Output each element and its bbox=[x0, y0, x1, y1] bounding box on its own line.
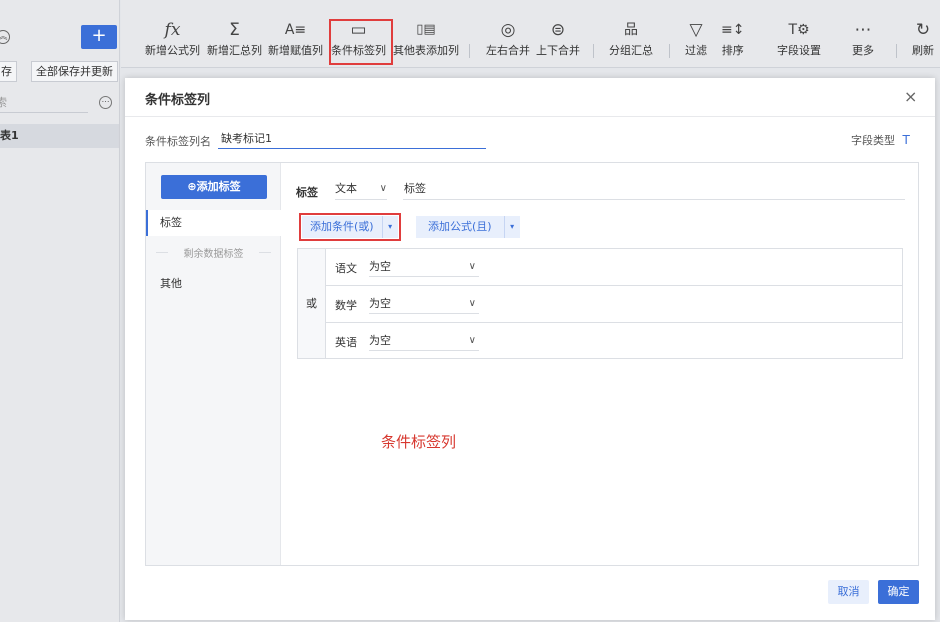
divider bbox=[125, 116, 935, 117]
chevron-down-icon: ∨ bbox=[468, 298, 476, 309]
field-settings-icon: T⚙ bbox=[788, 22, 810, 38]
text-type-icon[interactable]: T bbox=[903, 133, 910, 147]
condition-operator-value: 为空 bbox=[369, 297, 391, 310]
toolbar: fx 新增公式列 Σ 新增汇总列 A≡ 新增赋值列 ▭ 条件标签列 ▯▤ 其他表… bbox=[121, 0, 940, 68]
column-name-label: 条件标签列名 bbox=[145, 135, 211, 148]
add-label-button[interactable]: ⊕添加标签 bbox=[161, 175, 267, 199]
close-icon[interactable]: × bbox=[904, 87, 917, 106]
more-icon: ⋯ bbox=[854, 20, 872, 40]
toolbar-add-formula-column[interactable]: fx 新增公式列 bbox=[145, 20, 200, 58]
toolbar-label: 新增汇总列 bbox=[207, 44, 262, 57]
toolbar-filter[interactable]: ▽ 过滤 bbox=[685, 20, 707, 58]
sigma-icon: Σ bbox=[229, 20, 240, 40]
toolbar-sort[interactable]: ≡↕ 排序 bbox=[721, 20, 744, 58]
toolbar-add-summary-column[interactable]: Σ 新增汇总列 bbox=[207, 20, 262, 58]
sidebar-item-label[interactable]: 标签 bbox=[146, 210, 281, 236]
toolbar-label: 字段设置 bbox=[777, 44, 821, 57]
search-input[interactable]: 索 bbox=[0, 93, 88, 113]
toolbar-more[interactable]: ⋯ 更多 bbox=[852, 20, 874, 58]
toolbar-separator bbox=[896, 44, 897, 58]
condition-row: 数学 为空 ∨ bbox=[326, 286, 902, 323]
sidebar-item-other[interactable]: 其他 bbox=[160, 275, 182, 291]
add-formula-and-group: 添加公式(且) ▾ bbox=[416, 216, 520, 238]
tag-name-input[interactable]: 标签 bbox=[403, 178, 905, 200]
toolbar-refresh[interactable]: ↻ 刷新 bbox=[912, 20, 934, 58]
condition-field: 语文 bbox=[335, 262, 357, 275]
highlight-box bbox=[329, 19, 393, 65]
label-type-select[interactable]: 文本 ∨ bbox=[335, 178, 387, 200]
label-type-value: 文本 bbox=[335, 182, 357, 195]
toolbar-add-from-other-table[interactable]: ▯▤ 其他表添加列 bbox=[393, 20, 459, 58]
toolbar-separator bbox=[469, 44, 470, 58]
group-icon: 品 bbox=[624, 22, 638, 38]
label-condition-panel: 标签 文本 ∨ 标签 添加条件(或) ▾ 添加公式(且) ▾ 或 语文 为空 ∨… bbox=[296, 163, 920, 565]
text-assign-icon: A≡ bbox=[284, 22, 307, 38]
ok-button[interactable]: 确定 bbox=[878, 580, 919, 604]
condition-field: 英语 bbox=[335, 336, 357, 349]
label-editor: ⊕添加标签 标签 剩余数据标签 其他 标签 文本 ∨ 标签 添加条件(或) ▾ … bbox=[145, 162, 919, 566]
chevron-down-icon: ∨ bbox=[468, 335, 476, 346]
dialog-title: 条件标签列 bbox=[145, 93, 211, 108]
chevron-down-icon: ∨ bbox=[468, 261, 476, 272]
toolbar-label: 其他表添加列 bbox=[393, 44, 459, 57]
remaining-data-label-heading: 剩余数据标签 bbox=[168, 245, 259, 260]
merge-tb-icon: ⊜ bbox=[550, 20, 566, 40]
condition-label-dialog: 条件标签列 × 条件标签列名 字段类型 T ⊕添加标签 标签 剩余数据标签 其他… bbox=[125, 78, 935, 620]
toolbar-add-assign-column[interactable]: A≡ 新增赋值列 bbox=[268, 20, 323, 58]
more-icon[interactable]: ⋯ bbox=[99, 96, 112, 109]
toolbar-group-summary[interactable]: 品 分组汇总 bbox=[609, 20, 653, 58]
circle-chevron-icon[interactable]: ︽ bbox=[0, 30, 10, 44]
toolbar-label: 左右合并 bbox=[486, 44, 530, 57]
field-type-label: 字段类型 bbox=[851, 134, 895, 147]
condition-operator-select[interactable]: 为空 ∨ bbox=[369, 293, 479, 314]
condition-operator-value: 为空 bbox=[369, 260, 391, 273]
toolbar-label: 新增公式列 bbox=[145, 44, 200, 57]
condition-row: 语文 为空 ∨ bbox=[326, 249, 902, 286]
toolbar-top-bottom-merge[interactable]: ⊜ 上下合并 bbox=[536, 20, 580, 58]
condition-row: 英语 为空 ∨ bbox=[326, 323, 902, 360]
other-table-icon: ▯▤ bbox=[416, 22, 436, 37]
add-formula-and-button[interactable]: 添加公式(且) bbox=[416, 216, 504, 238]
save-button[interactable]: 存 bbox=[0, 61, 17, 82]
sort-icon: ≡↕ bbox=[721, 22, 745, 38]
toolbar-label: 分组汇总 bbox=[609, 44, 653, 57]
highlight-box bbox=[299, 213, 401, 241]
save-all-update-button[interactable]: 全部保存并更新 bbox=[31, 61, 118, 82]
toolbar-separator bbox=[593, 44, 594, 58]
dropdown-arrow-icon[interactable]: ▾ bbox=[503, 216, 520, 238]
toolbar-separator bbox=[669, 44, 670, 58]
toolbar-label: 更多 bbox=[852, 44, 874, 57]
condition-field: 数学 bbox=[335, 299, 357, 312]
toolbar-label: 上下合并 bbox=[536, 44, 580, 57]
tag-label: 标签 bbox=[296, 186, 318, 199]
condition-operator-value: 为空 bbox=[369, 334, 391, 347]
condition-operator-select[interactable]: 为空 ∨ bbox=[369, 330, 479, 351]
filter-icon: ▽ bbox=[689, 20, 703, 40]
label-sidebar: ⊕添加标签 标签 剩余数据标签 其他 bbox=[146, 163, 281, 565]
annotation-text: 条件标签列 bbox=[381, 433, 457, 451]
merge-lr-icon: ◎ bbox=[500, 20, 516, 40]
or-label: 或 bbox=[298, 249, 326, 358]
cancel-button[interactable]: 取消 bbox=[828, 580, 869, 604]
toolbar-left-right-merge[interactable]: ◎ 左右合并 bbox=[486, 20, 530, 58]
toolbar-label: 新增赋值列 bbox=[268, 44, 323, 57]
toolbar-label: 过滤 bbox=[685, 44, 707, 57]
fx-icon: fx bbox=[164, 20, 181, 40]
add-table-button[interactable]: + bbox=[81, 25, 117, 49]
column-name-input[interactable] bbox=[218, 128, 486, 149]
toolbar-field-settings[interactable]: T⚙ 字段设置 bbox=[777, 20, 821, 58]
toolbar-label: 排序 bbox=[721, 44, 744, 57]
condition-operator-select[interactable]: 为空 ∨ bbox=[369, 256, 479, 277]
field-type[interactable]: 字段类型 T bbox=[851, 132, 910, 148]
table-list-item[interactable]: 表1 bbox=[0, 124, 119, 148]
refresh-icon: ↻ bbox=[915, 20, 931, 40]
toolbar-label: 刷新 bbox=[912, 44, 934, 57]
chevron-down-icon: ∨ bbox=[379, 183, 387, 194]
left-panel: ︽ + 存 全部保存并更新 索 ⋯ 表1 bbox=[0, 0, 120, 622]
condition-table: 或 语文 为空 ∨ 数学 为空 ∨ 英语 为空 ∨ bbox=[297, 248, 903, 359]
